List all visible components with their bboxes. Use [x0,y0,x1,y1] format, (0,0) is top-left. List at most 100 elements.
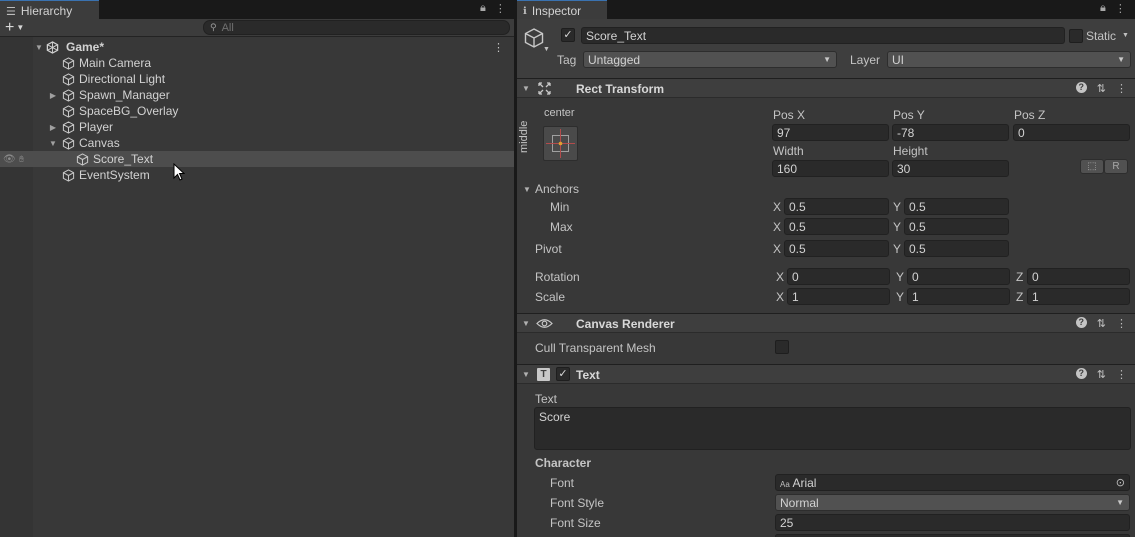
hierarchy-item-main-camera[interactable]: Main Camera [0,55,514,71]
inspector-panel: ℹ Inspector 🔒︎ ⋮ ▼ ✓ Score_Text Static ▼… [517,0,1135,537]
foldout-arrow-icon[interactable]: ▼ [522,84,530,93]
hierarchy-item-directional-light[interactable]: Directional Light [0,71,514,87]
scene-menu-icon[interactable]: ⋮ [493,41,504,54]
preset-sliders-icon[interactable]: ⇅ [1097,368,1106,381]
canvas-renderer-header[interactable]: ▼ Canvas Renderer ? ⇅ ⋮ [517,313,1135,333]
anchors-foldout-icon[interactable]: ▼ [523,185,531,194]
tab-hierarchy[interactable]: ☰ Hierarchy [0,0,99,19]
help-icon[interactable]: ? [1075,368,1087,379]
scale-z-field[interactable]: 1 [1027,288,1130,305]
rotation-y-field[interactable]: 0 [907,268,1010,285]
static-label[interactable]: Static [1086,29,1116,43]
canvas-renderer-title: Canvas Renderer [576,317,675,331]
expand-arrow-icon[interactable]: ▼ [34,43,44,52]
pickable-hand-icon[interactable]: ✋︎ [19,154,24,165]
scale-x-field[interactable]: 1 [787,288,890,305]
anchor-max-y-field[interactable]: 0.5 [904,218,1009,235]
text-component-header[interactable]: ▼ T ✓ Text ? ⇅ ⋮ [517,364,1135,384]
visibility-eye-icon[interactable]: 👁︎ [3,154,16,165]
anchor-min-x-field[interactable]: 0.5 [784,198,889,215]
hierarchy-toolbar: + ▼ ⚲ All [0,19,514,37]
hierarchy-item-canvas[interactable]: ▼ Canvas [0,135,514,151]
pos-z-field[interactable]: 0 [1013,124,1130,141]
lock-icon[interactable]: 🔒︎ [480,2,486,15]
hierarchy-item-label: EventSystem [79,168,150,182]
rotation-x-field[interactable]: 0 [787,268,890,285]
active-checkbox[interactable]: ✓ [561,28,575,42]
layer-dropdown[interactable]: UI ▼ [887,51,1131,68]
text-field-label: Text [535,392,558,406]
scale-label: Scale [535,290,566,304]
icon-dropdown-caret-icon[interactable]: ▼ [543,46,550,53]
blueprint-mode-button[interactable]: ⬚ [1080,159,1104,174]
rotation-label: Rotation [535,270,580,284]
foldout-arrow-icon[interactable]: ▼ [522,319,530,328]
object-picker-icon[interactable]: ⊙ [1116,476,1125,489]
object-name-field[interactable]: Score_Text [581,27,1065,44]
hierarchy-item-player[interactable]: ▶ Player [0,119,514,135]
height-field[interactable]: 30 [892,160,1009,177]
text-content-area[interactable]: Score [534,407,1131,450]
pos-y-field[interactable]: -78 [892,124,1009,141]
anchor-min-y-field[interactable]: 0.5 [904,198,1009,215]
hierarchy-item-spacebg-overlay[interactable]: SpaceBG_Overlay [0,103,514,119]
pos-x-field[interactable]: 97 [772,124,889,141]
hierarchy-item-eventsystem[interactable]: EventSystem [0,167,514,183]
scene-row[interactable]: ▼ Game* ⋮ [0,39,514,55]
hierarchy-item-spawn-manager[interactable]: ▶ Spawn_Manager [0,87,514,103]
tab-inspector[interactable]: ℹ Inspector [517,0,607,19]
expand-arrow-icon[interactable]: ▶ [48,123,58,132]
create-button[interactable]: + ▼ [5,20,24,36]
foldout-arrow-icon[interactable]: ▼ [522,370,530,379]
component-menu-icon[interactable]: ⋮ [1116,317,1127,330]
raw-edit-button[interactable]: R [1104,159,1128,174]
expand-arrow-icon[interactable]: ▶ [48,91,58,100]
gameobject-cube-icon [62,120,75,134]
hierarchy-panel: ☰ Hierarchy 🔒︎ ⋮ + ▼ ⚲ All ▼ Game* ⋮ Mai… [0,0,514,537]
static-checkbox[interactable] [1069,29,1083,43]
more-options-icon[interactable]: ⋮ [495,2,506,15]
rotation-z-field[interactable]: 0 [1027,268,1130,285]
scale-y-field[interactable]: 1 [907,288,1010,305]
preset-sliders-icon[interactable]: ⇅ [1097,82,1106,95]
help-icon[interactable]: ? [1075,317,1087,328]
font-style-dropdown[interactable]: Normal ▼ [775,494,1130,511]
chevron-down-icon: ▼ [823,55,831,64]
min-label: Min [550,200,570,214]
component-menu-icon[interactable]: ⋮ [1116,82,1127,95]
static-dropdown-caret-icon[interactable]: ▼ [1122,32,1129,39]
rot-x-axis-label: X [776,270,785,284]
inspector-tabbar: ℹ Inspector 🔒︎ ⋮ [517,0,1135,19]
pivot-x-field[interactable]: 0.5 [784,240,889,257]
tag-dropdown[interactable]: Untagged ▼ [583,51,837,68]
pivot-label: Pivot [535,242,562,256]
text-component-icon: T [537,368,550,381]
text-enabled-checkbox[interactable]: ✓ [556,367,570,381]
pivot-y-field[interactable]: 0.5 [904,240,1009,257]
eye-icon [536,319,553,328]
anchors-label[interactable]: Anchors [535,182,579,196]
anchor-max-x-field[interactable]: 0.5 [784,218,889,235]
hierarchy-item-label: Directional Light [79,72,166,86]
gameobject-large-cube-icon [524,28,544,48]
list-icon: ☰ [6,5,16,18]
component-menu-icon[interactable]: ⋮ [1116,368,1127,381]
hierarchy-search-input[interactable]: ⚲ All [203,20,510,35]
mouse-cursor-icon [173,163,185,181]
layer-value: UI [892,53,904,67]
chevron-down-icon: ▼ [1116,498,1124,507]
layer-label: Layer [850,53,881,67]
font-asset-icon: Aa [780,480,790,489]
help-icon[interactable]: ? [1075,82,1087,93]
font-object-field[interactable]: Aa Arial ⊙ [775,474,1130,491]
expand-arrow-icon[interactable]: ▼ [48,139,58,148]
lock-icon[interactable]: 🔒︎ [1100,2,1106,15]
font-size-field[interactable]: 25 [775,514,1130,531]
width-field[interactable]: 160 [772,160,889,177]
hierarchy-item-score-text[interactable]: 👁︎ ✋︎ Score_Text [0,151,514,167]
more-options-icon[interactable]: ⋮ [1115,2,1126,15]
anchor-preset-button[interactable] [543,126,578,161]
rect-transform-header[interactable]: ▼ Rect Transform ? ⇅ ⋮ [517,78,1135,98]
preset-sliders-icon[interactable]: ⇅ [1097,317,1106,330]
cull-transparent-mesh-checkbox[interactable] [775,340,789,354]
